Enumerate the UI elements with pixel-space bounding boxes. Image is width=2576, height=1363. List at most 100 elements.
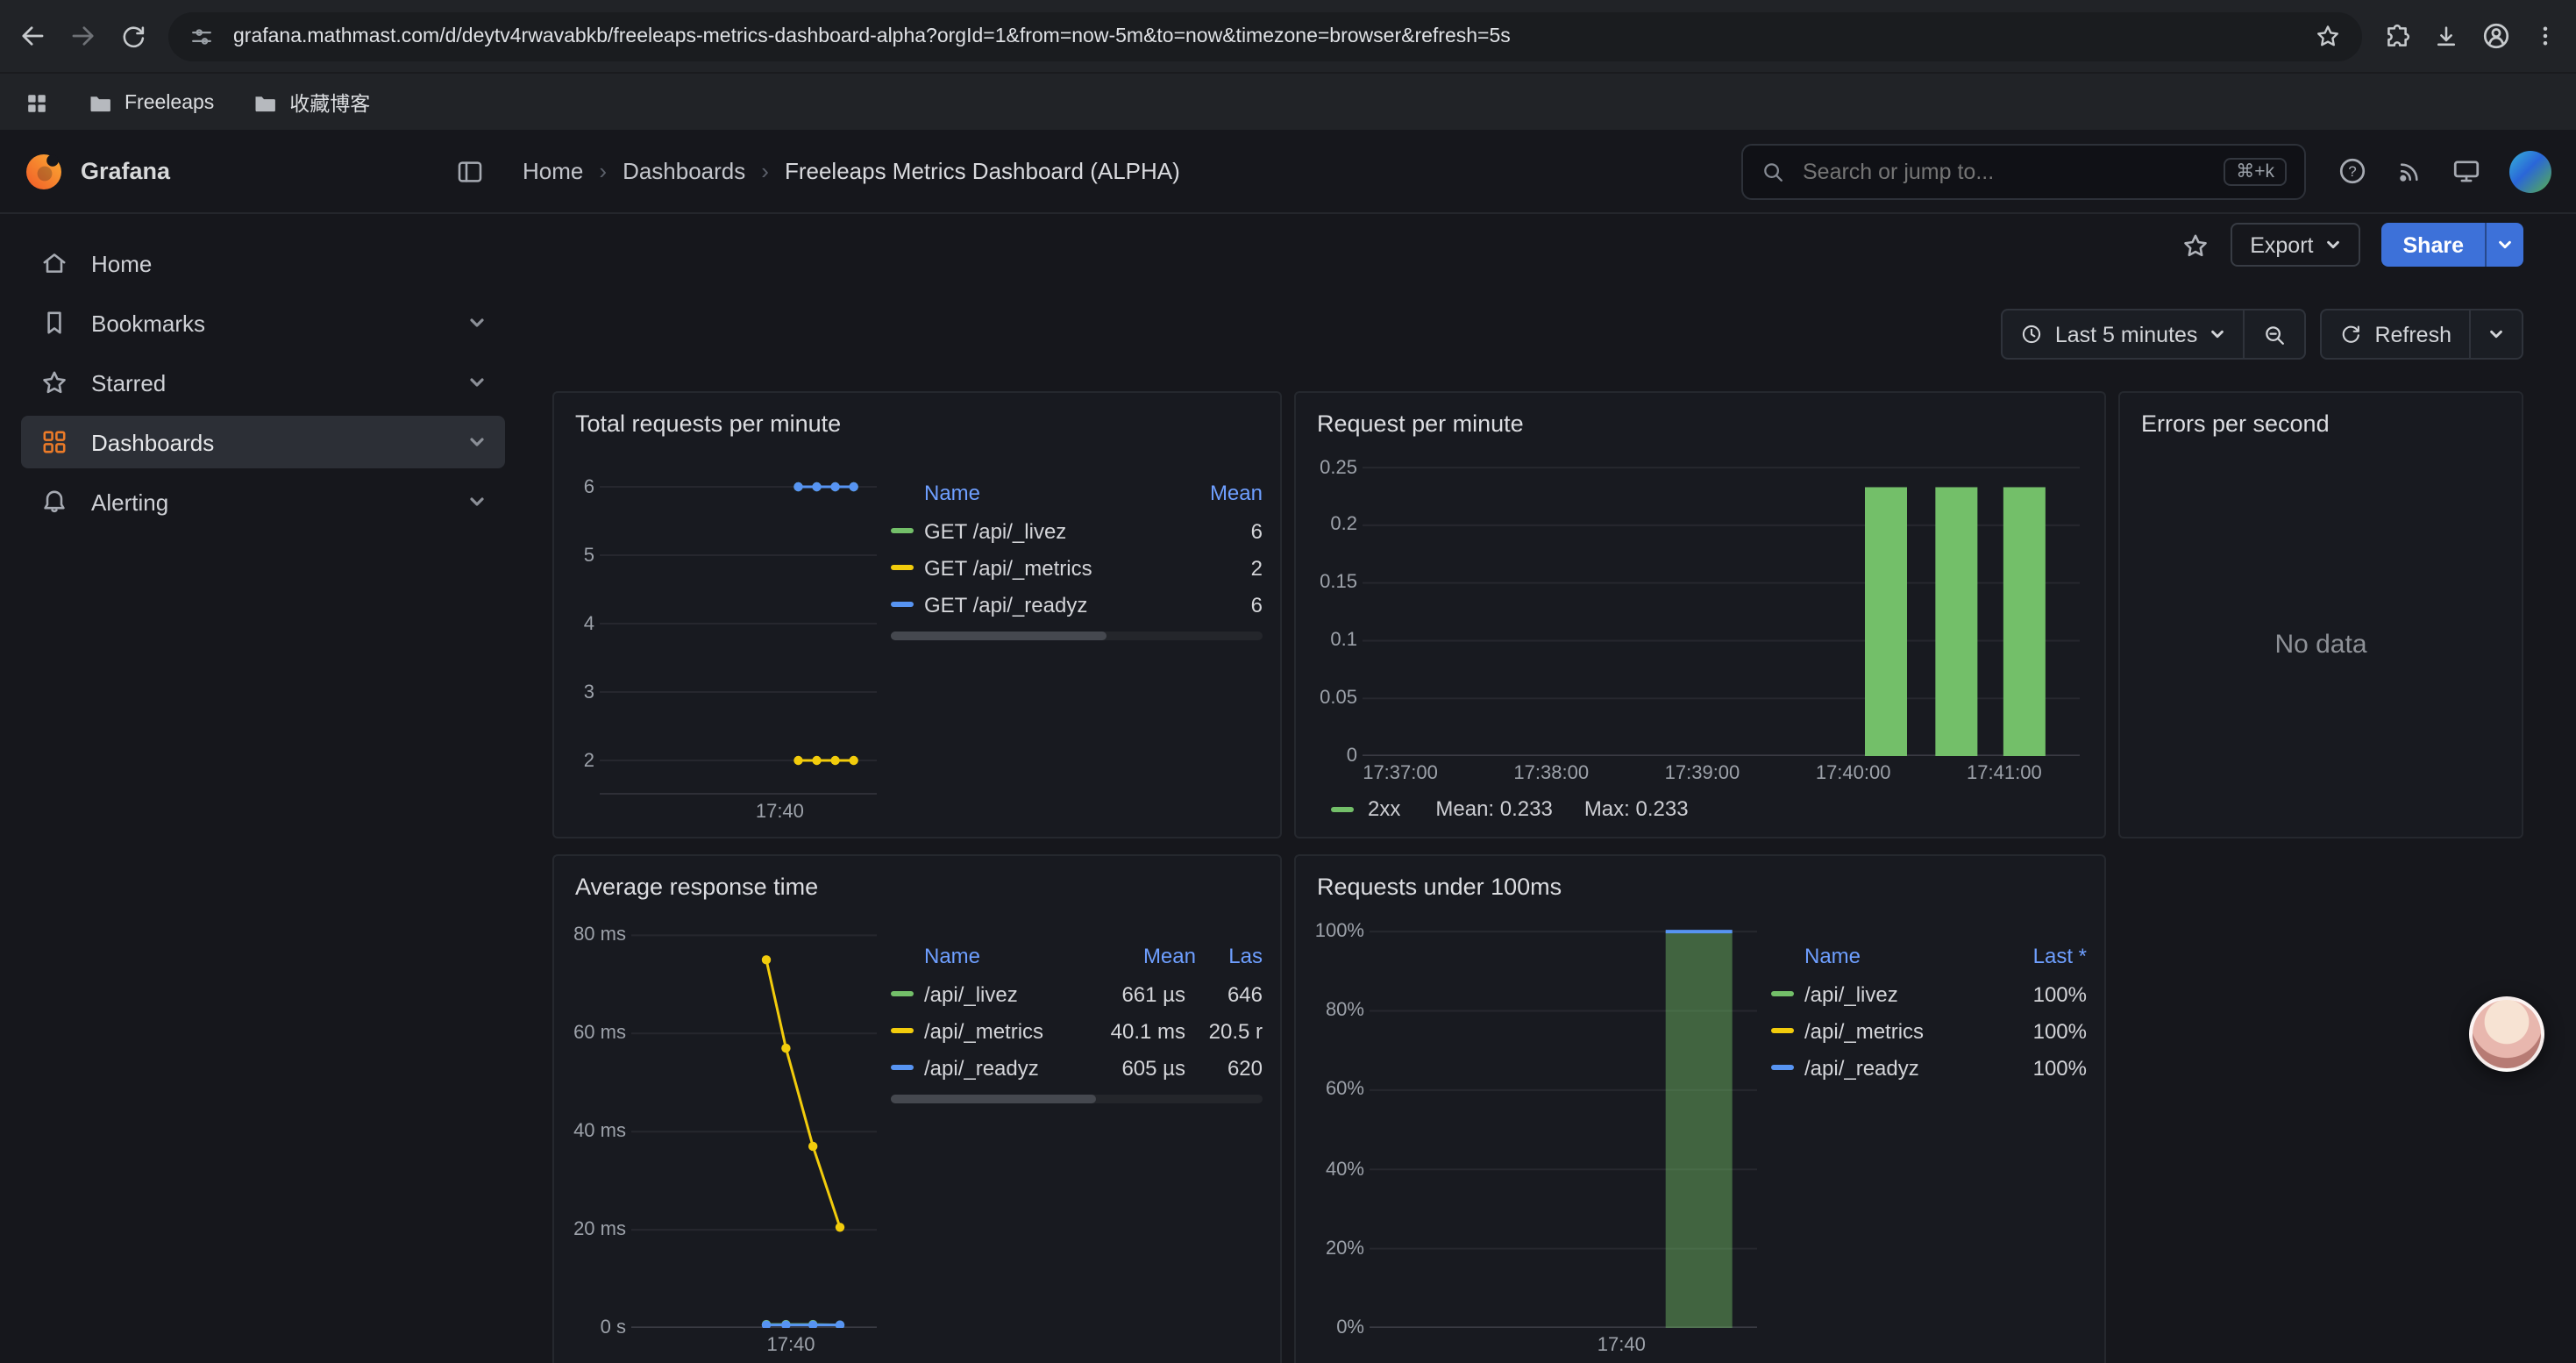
legend-header-name[interactable]: Name: [1804, 944, 2003, 968]
chevron-down-icon: [2497, 237, 2513, 253]
share-menu-button[interactable]: [2485, 223, 2523, 267]
downloads-icon[interactable]: [2432, 22, 2460, 50]
series-last: 620: [1196, 1055, 1263, 1080]
assistant-avatar[interactable]: [2469, 996, 2544, 1072]
y-tick: 5: [584, 545, 594, 566]
legend-header-mean[interactable]: Mean: [1101, 944, 1196, 968]
time-range-button[interactable]: Last 5 minutes: [2001, 309, 2245, 360]
legend-table: Name Last * /api/_livez 100% /api/_metri…: [1771, 916, 2087, 1363]
url-input[interactable]: [230, 24, 2299, 48]
search-box[interactable]: ⌘+k: [1741, 143, 2306, 199]
panel-title[interactable]: Average response time: [554, 856, 1280, 916]
url-bar[interactable]: [168, 11, 2362, 61]
series-name[interactable]: /api/_readyz: [1804, 1055, 1992, 1080]
legend-header-last[interactable]: Last *: [2003, 944, 2087, 968]
legend-scrollbar[interactable]: [891, 1095, 1263, 1103]
y-tick: 4: [584, 613, 594, 634]
sidebar-item-starred[interactable]: Starred: [21, 356, 505, 409]
x-axis: 17:37:00 17:38:00 17:39:00 17:40:00 17:4…: [1363, 756, 2080, 788]
y-tick: 0.2: [1330, 515, 1357, 536]
brand: Grafana: [25, 152, 484, 190]
refresh-interval-button[interactable]: [2469, 309, 2523, 360]
panel-title[interactable]: Errors per second: [2120, 393, 2522, 453]
news-icon[interactable]: [2395, 157, 2423, 185]
series-color-dash: [1771, 1028, 1794, 1033]
bookmark-item-blogs[interactable]: 收藏博客: [253, 89, 370, 117]
legend-table: Name Mean Las /api/_livez 661 µs 646 /ap…: [891, 916, 1263, 1363]
breadcrumb-current: Freeleaps Metrics Dashboard (ALPHA): [785, 158, 1180, 184]
series-name[interactable]: 2xx: [1368, 796, 1400, 821]
x-tick: 17:40: [766, 1335, 815, 1356]
monitor-icon[interactable]: [2451, 156, 2481, 186]
series-name[interactable]: /api/_livez: [924, 981, 1080, 1006]
refresh-dashboard-button[interactable]: Refresh: [2320, 309, 2471, 360]
legend-row: /api/_readyz 100%: [1771, 1049, 2087, 1086]
zoom-out-button[interactable]: [2243, 309, 2306, 360]
bookmark-item-freeleaps[interactable]: Freeleaps: [88, 90, 214, 115]
share-button[interactable]: Share: [2382, 223, 2486, 267]
scrollbar-thumb[interactable]: [891, 1095, 1095, 1103]
panel-title[interactable]: Total requests per minute: [554, 393, 1280, 453]
refresh-page-icon[interactable]: [119, 22, 147, 50]
y-tick: 2: [584, 750, 594, 771]
chevron-down-icon[interactable]: [468, 433, 486, 451]
share-label: Share: [2403, 232, 2465, 257]
back-icon[interactable]: [18, 21, 47, 51]
scrollbar-thumb[interactable]: [891, 632, 1107, 640]
series-name[interactable]: /api/_metrics: [924, 1018, 1080, 1043]
search-shortcut-badge: ⌘+k: [2224, 157, 2287, 185]
series-name[interactable]: /api/_metrics: [1804, 1018, 1992, 1043]
apps-grid-icon[interactable]: [25, 90, 49, 115]
search-icon: [1761, 159, 1785, 183]
breadcrumb-home[interactable]: Home: [523, 158, 583, 184]
browser-menu-icon[interactable]: [2532, 23, 2558, 49]
dashboard-subheader: Export Share: [526, 212, 2576, 277]
series-name[interactable]: GET /api/_metrics: [924, 555, 1175, 580]
panel-request-per-minute: Request per minute 0.25 0.2 0.15 0.1 0.0…: [1294, 391, 2106, 838]
y-tick: 3: [584, 682, 594, 703]
brand-name[interactable]: Grafana: [81, 158, 170, 184]
sidebar-item-bookmarks[interactable]: Bookmarks: [21, 296, 505, 349]
forward-icon[interactable]: [68, 21, 98, 51]
y-tick: 20%: [1326, 1238, 1364, 1260]
chevron-down-icon[interactable]: [468, 493, 486, 510]
site-info-icon[interactable]: [189, 24, 214, 48]
export-button[interactable]: Export: [2231, 223, 2360, 267]
sidebar-item-home[interactable]: Home: [21, 237, 505, 289]
bookmark-star-icon[interactable]: [2315, 23, 2341, 49]
series-name[interactable]: /api/_readyz: [924, 1055, 1080, 1080]
sidebar-item-label: Dashboards: [91, 429, 214, 455]
search-input[interactable]: [1799, 157, 2210, 185]
sidebar-item-alerting[interactable]: Alerting: [21, 475, 505, 528]
user-avatar[interactable]: [2509, 150, 2551, 192]
series-name[interactable]: GET /api/_livez: [924, 518, 1175, 543]
y-tick: 100%: [1315, 921, 1364, 942]
panel-title[interactable]: Request per minute: [1296, 393, 2104, 453]
chevron-down-icon[interactable]: [468, 314, 486, 332]
profile-icon[interactable]: [2481, 21, 2511, 51]
legend-scrollbar[interactable]: [891, 632, 1263, 640]
sidebar: Home Bookmarks Starred Dashboards: [0, 212, 526, 1363]
chevron-down-icon[interactable]: [468, 374, 486, 391]
legend-header-last[interactable]: Las: [1196, 944, 1263, 968]
refresh-icon: [2339, 323, 2362, 346]
breadcrumb-dashboards[interactable]: Dashboards: [623, 158, 745, 184]
panel-title[interactable]: Requests under 100ms: [1296, 856, 2104, 916]
series-name[interactable]: GET /api/_readyz: [924, 592, 1175, 617]
legend-header-name[interactable]: Name: [924, 944, 1101, 968]
sidebar-toggle-icon[interactable]: [456, 157, 484, 185]
folder-icon: [253, 90, 277, 115]
favorite-star-icon[interactable]: [2181, 231, 2210, 259]
series-color-dash: [891, 528, 914, 533]
series-name[interactable]: /api/_livez: [1804, 981, 1992, 1006]
chart-total-requests: 6 5 4 3 2 17:40: [565, 453, 877, 826]
help-icon[interactable]: ?: [2338, 156, 2367, 186]
grafana-logo-icon[interactable]: [25, 152, 63, 190]
extensions-icon[interactable]: [2383, 22, 2411, 50]
legend-header-mean[interactable]: Mean: [1185, 481, 1263, 505]
legend-header-name[interactable]: Name: [924, 481, 1185, 505]
bookmarks-bar: Freeleaps 收藏博客: [0, 72, 2576, 132]
time-controls: Last 5 minutes Refresh: [2001, 309, 2523, 360]
series-color-dash: [1331, 806, 1354, 811]
sidebar-item-dashboards[interactable]: Dashboards: [21, 416, 505, 468]
